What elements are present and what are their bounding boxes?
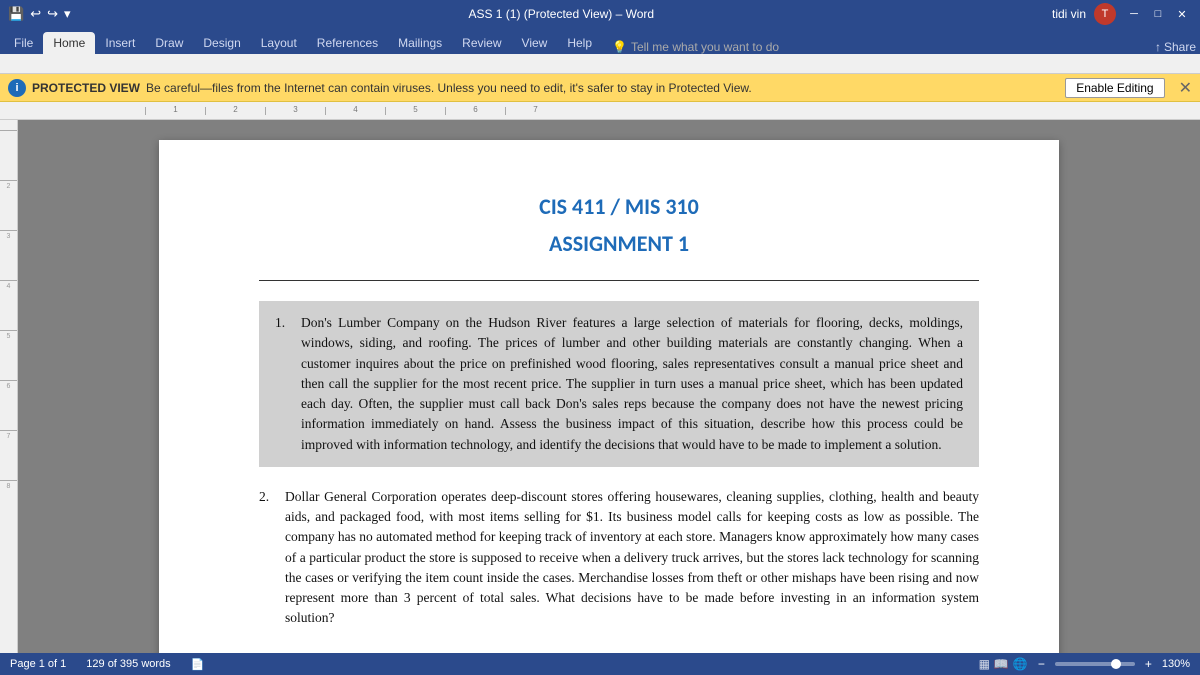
vertical-ruler: 2 3 4 5 6 7 8	[0, 120, 18, 653]
v-ruler-mark-1	[0, 130, 17, 180]
question-2-block: 2. Dollar General Corporation operates d…	[259, 487, 979, 629]
zoom-slider[interactable]	[1055, 662, 1135, 666]
status-bar: Page 1 of 1 129 of 395 words 📄 ▦ 📖 🌐 − +…	[0, 653, 1200, 675]
protected-view-bar: i PROTECTED VIEW Be careful—files from t…	[0, 74, 1200, 102]
username: tidi vin	[1052, 7, 1086, 21]
tab-design[interactable]: Design	[193, 32, 250, 54]
zoom-level: 130%	[1162, 658, 1190, 670]
tab-mailings[interactable]: Mailings	[388, 32, 452, 54]
window-title: ASS 1 (1) (Protected View) – Word	[71, 7, 1052, 21]
maximize-button[interactable]: □	[1148, 4, 1168, 24]
title-text: ASS 1 (1) (Protected View) – Word	[468, 7, 654, 21]
tell-me-text: Tell me what you want to do	[631, 40, 779, 54]
word-logo-icon: 💾	[8, 6, 24, 22]
info-icon: i	[8, 79, 26, 97]
ribbon-tabs: File Home Insert Draw Design Layout Refe…	[0, 28, 1200, 54]
v-ruler-mark-8: 8	[0, 480, 17, 530]
ribbon-placeholder	[8, 58, 11, 70]
ruler-mark-6: 6	[445, 107, 505, 115]
view-icons: ▦ 📖 🌐	[979, 657, 1028, 671]
redo-icon[interactable]: ↪	[47, 6, 58, 22]
document-area[interactable]: CIS 411 / MIS 310 ASSIGNMENT 1 1. Don's …	[18, 120, 1200, 653]
status-bar-right: ▦ 📖 🌐 − + 130%	[979, 657, 1190, 671]
protected-bar-close-button[interactable]: ✕	[1179, 78, 1192, 98]
user-avatar: T	[1094, 3, 1116, 25]
ruler-mark-5: 5	[385, 107, 445, 115]
language-icon: 📄	[191, 658, 205, 671]
title-bar-left: 💾 ↩ ↪ ▾	[8, 6, 71, 22]
share-icon: ↑	[1155, 40, 1161, 54]
protected-view-badge: PROTECTED VIEW	[32, 81, 140, 95]
tab-draw[interactable]: Draw	[145, 32, 193, 54]
tab-insert[interactable]: Insert	[95, 32, 145, 54]
question-1-text: Don's Lumber Company on the Hudson River…	[301, 313, 963, 455]
document-title-line2: ASSIGNMENT 1	[259, 227, 979, 260]
question-2-number: 2.	[259, 487, 281, 507]
close-button[interactable]: ✕	[1172, 4, 1192, 24]
title-bar: 💾 ↩ ↪ ▾ ASS 1 (1) (Protected View) – Wor…	[0, 0, 1200, 28]
question-1-block: 1. Don's Lumber Company on the Hudson Ri…	[259, 301, 979, 467]
tab-references[interactable]: References	[307, 32, 388, 54]
ruler-mark-4: 4	[325, 107, 385, 115]
ruler-mark-3: 3	[265, 107, 325, 115]
v-ruler-mark-3: 3	[0, 230, 17, 280]
question-2-text: Dollar General Corporation operates deep…	[285, 487, 979, 629]
enable-editing-button[interactable]: Enable Editing	[1065, 78, 1164, 98]
v-ruler-mark-7: 7	[0, 430, 17, 480]
minimize-button[interactable]: ─	[1124, 4, 1144, 24]
zoom-plus-icon[interactable]: +	[1145, 657, 1152, 671]
share-label: Share	[1164, 40, 1196, 54]
tab-help[interactable]: Help	[557, 32, 602, 54]
tab-view[interactable]: View	[512, 32, 558, 54]
share-section[interactable]: ↑ Share	[1155, 40, 1196, 54]
ruler-mark-2: 2	[205, 107, 265, 115]
read-mode-icon[interactable]: 📖	[994, 657, 1009, 671]
title-bar-right: tidi vin T ─ □ ✕	[1052, 3, 1192, 25]
zoom-thumb	[1111, 659, 1121, 669]
ruler: 1 2 3 4 5 6 7	[0, 102, 1200, 120]
ribbon-content	[0, 54, 1200, 74]
tab-review[interactable]: Review	[452, 32, 511, 54]
question-1-number: 1.	[275, 313, 297, 333]
web-layout-icon[interactable]: 🌐	[1013, 657, 1028, 671]
lightbulb-icon: 💡	[612, 40, 627, 54]
ruler-mark-1: 1	[145, 107, 205, 115]
page-info: Page 1 of 1	[10, 658, 66, 670]
v-ruler-mark-6: 6	[0, 380, 17, 430]
protected-view-message: Be careful—files from the Internet can c…	[146, 81, 752, 95]
word-count: 129 of 395 words	[86, 658, 170, 670]
window-controls: ─ □ ✕	[1124, 4, 1192, 24]
zoom-minus-icon[interactable]: −	[1038, 657, 1045, 671]
title-divider	[259, 280, 979, 281]
undo-icon[interactable]: ↩	[30, 6, 41, 22]
tab-home[interactable]: Home	[43, 32, 95, 54]
ruler-mark-7: 7	[505, 107, 565, 115]
main-area: 2 3 4 5 6 7 8 CIS 411 / MIS 310 ASSIGNME…	[0, 120, 1200, 653]
v-ruler-mark-4: 4	[0, 280, 17, 330]
document-title-line1: CIS 411 / MIS 310	[259, 190, 979, 223]
tab-file[interactable]: File	[4, 32, 43, 54]
tell-me-section[interactable]: 💡 Tell me what you want to do	[612, 40, 779, 54]
document-page: CIS 411 / MIS 310 ASSIGNMENT 1 1. Don's …	[159, 140, 1059, 653]
v-ruler-mark-5: 5	[0, 330, 17, 380]
tab-layout[interactable]: Layout	[251, 32, 307, 54]
v-ruler-mark-2: 2	[0, 180, 17, 230]
print-layout-icon[interactable]: ▦	[979, 657, 990, 671]
